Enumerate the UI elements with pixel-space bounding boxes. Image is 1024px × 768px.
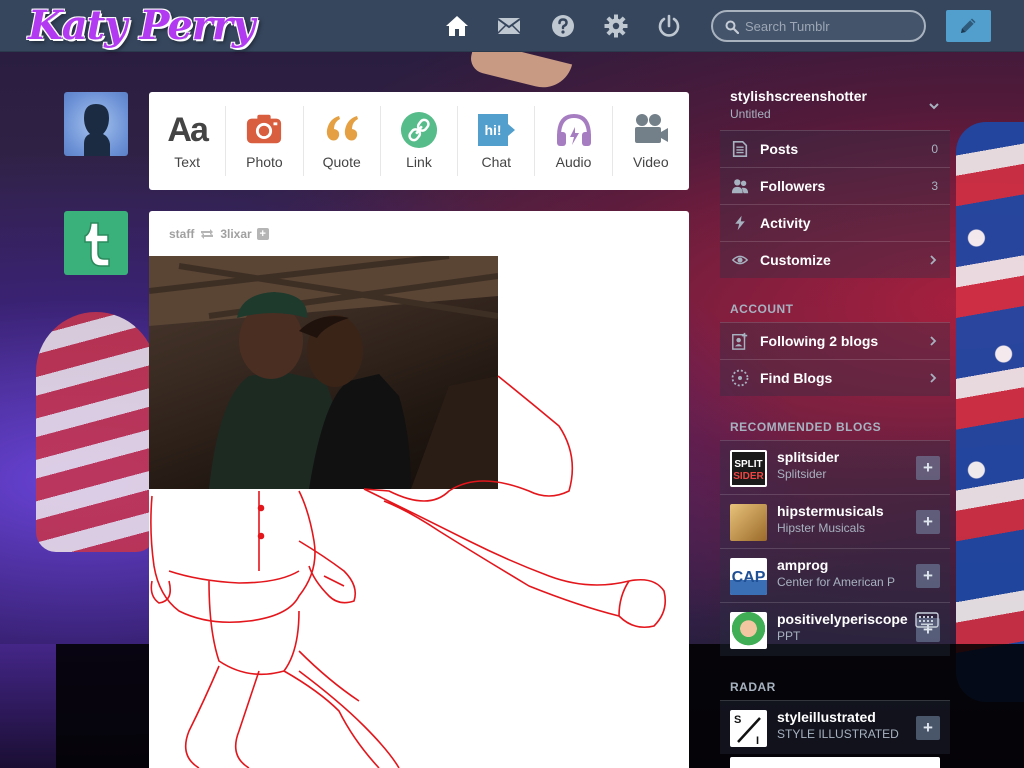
gear-icon[interactable] xyxy=(604,14,628,38)
user-silhouette-icon xyxy=(84,104,110,156)
chevron-down-icon[interactable] xyxy=(928,100,940,112)
radar-post-preview[interactable] xyxy=(730,757,940,768)
sidebar-item-activity[interactable]: Activity xyxy=(720,204,950,241)
post-type-audio[interactable]: Audio xyxy=(535,106,613,176)
post-type-photo[interactable]: Photo xyxy=(226,106,304,176)
search-icon xyxy=(725,20,739,34)
svg-text:S: S xyxy=(734,714,741,726)
search-box[interactable] xyxy=(711,10,926,42)
blog-selector[interactable]: stylishscreenshotter Untitled xyxy=(730,88,950,128)
sidebar-item-posts[interactable]: Posts 0 xyxy=(720,130,950,167)
home-icon[interactable] xyxy=(445,14,469,38)
styleillustrated-logo-icon: S I xyxy=(734,714,761,747)
help-icon[interactable] xyxy=(551,14,575,38)
sidebar-item-followers[interactable]: Followers 3 xyxy=(720,167,950,204)
post-type-text[interactable]: Aa Text xyxy=(149,106,227,176)
dashboard-post: staff 3lixar + xyxy=(149,211,689,768)
compose-post-button[interactable] xyxy=(946,10,991,42)
recommended-blog-item[interactable]: CAP amprog Center for American P + xyxy=(720,548,950,602)
post-author-link[interactable]: staff xyxy=(169,227,194,241)
post-type-chat[interactable]: hi! Chat xyxy=(458,106,536,176)
radar-blog-item[interactable]: S I styleillustrated STYLE ILLUSTRATED + xyxy=(720,700,950,754)
post-type-quote[interactable]: Quote xyxy=(304,106,381,176)
follow-plus-button[interactable]: + xyxy=(916,716,940,740)
post-type-link[interactable]: Link xyxy=(381,106,459,176)
recommended-blog-item[interactable]: positivelyperiscope PPT + xyxy=(720,602,950,656)
amprog-avatar: CAP xyxy=(730,558,767,595)
svg-text:SIDER: SIDER xyxy=(733,471,764,482)
hipstermusicals-avatar xyxy=(730,504,767,541)
top-header-bar: Katy Perry xyxy=(0,0,1024,52)
blog-title: Untitled xyxy=(730,107,771,121)
background-floor-light xyxy=(0,644,56,768)
video-camera-icon xyxy=(634,114,668,143)
svg-text:hi!: hi! xyxy=(485,122,502,138)
recommended-blog-item[interactable]: SPLIT SIDER splitsider Splitsider + xyxy=(720,440,950,494)
eye-icon xyxy=(731,255,749,265)
blog-name[interactable]: stylishscreenshotter xyxy=(730,88,867,104)
followers-icon xyxy=(731,179,749,194)
follow-plus-button[interactable]: + xyxy=(916,564,940,588)
reblog-icon xyxy=(201,229,214,239)
post-photo[interactable] xyxy=(149,256,498,489)
user-avatar[interactable] xyxy=(64,92,128,156)
pencil-icon xyxy=(961,18,976,33)
background-flag-dress-right xyxy=(956,122,1024,702)
chat-icon: hi! xyxy=(478,114,516,146)
chevron-right-icon xyxy=(930,373,937,383)
katy-perry-logo[interactable]: Katy Perry xyxy=(28,2,255,49)
text-aa-icon: Aa xyxy=(167,110,208,149)
camera-icon xyxy=(247,114,282,144)
background-flag-dress-left xyxy=(36,312,156,552)
reblogged-from-link[interactable]: 3lixar xyxy=(220,227,251,241)
chevron-right-icon xyxy=(930,255,937,265)
staff-avatar[interactable] xyxy=(64,211,128,275)
mail-icon[interactable] xyxy=(497,14,521,38)
follow-plus-button[interactable]: + xyxy=(916,510,940,534)
follow-plus-button[interactable]: + xyxy=(916,456,940,480)
sidebar-item-customize[interactable]: Customize xyxy=(720,241,950,278)
sidebar-item-following[interactable]: Following 2 blogs xyxy=(720,322,950,359)
positivelyperiscope-avatar xyxy=(730,612,767,649)
following-icon xyxy=(732,332,748,350)
svg-text:SPLIT: SPLIT xyxy=(734,459,762,470)
recommended-section-header: RECOMMENDED BLOGS xyxy=(730,420,882,434)
svg-text:CAP: CAP xyxy=(732,569,766,586)
quote-icon xyxy=(326,116,358,141)
sidebar-item-find-blogs[interactable]: Find Blogs xyxy=(720,359,950,396)
link-icon xyxy=(400,111,438,149)
lightning-icon xyxy=(735,215,745,231)
photo-two-men-image xyxy=(149,256,498,489)
recommended-blog-item[interactable]: hipstermusicals Hipster Musicals + xyxy=(720,494,950,548)
search-input[interactable] xyxy=(745,17,915,35)
splitsider-avatar: SPLIT SIDER xyxy=(730,450,767,487)
power-icon[interactable] xyxy=(657,14,681,38)
account-section-header: ACCOUNT xyxy=(730,302,794,316)
post-type-video[interactable]: Video xyxy=(613,106,689,176)
keyboard-shortcuts-icon[interactable] xyxy=(915,612,939,628)
styleillustrated-avatar: S I xyxy=(730,710,767,747)
plus-icon[interactable]: + xyxy=(256,228,269,240)
radar-section-header: RADAR xyxy=(730,680,776,694)
background-performer-arm xyxy=(467,52,573,94)
post-header: staff 3lixar + xyxy=(169,226,269,242)
compass-icon xyxy=(731,369,749,387)
splitsider-logo-icon: SPLIT SIDER xyxy=(730,450,767,487)
cap-logo-icon: CAP xyxy=(730,569,767,595)
chevron-right-icon xyxy=(930,336,937,346)
post-type-bar: Aa Text Photo Quote Link hi! Chat Audio xyxy=(149,92,689,190)
posts-icon xyxy=(732,140,748,158)
svg-text:I: I xyxy=(756,735,759,747)
tumblr-t-icon xyxy=(84,222,110,267)
headphones-icon xyxy=(556,113,591,146)
